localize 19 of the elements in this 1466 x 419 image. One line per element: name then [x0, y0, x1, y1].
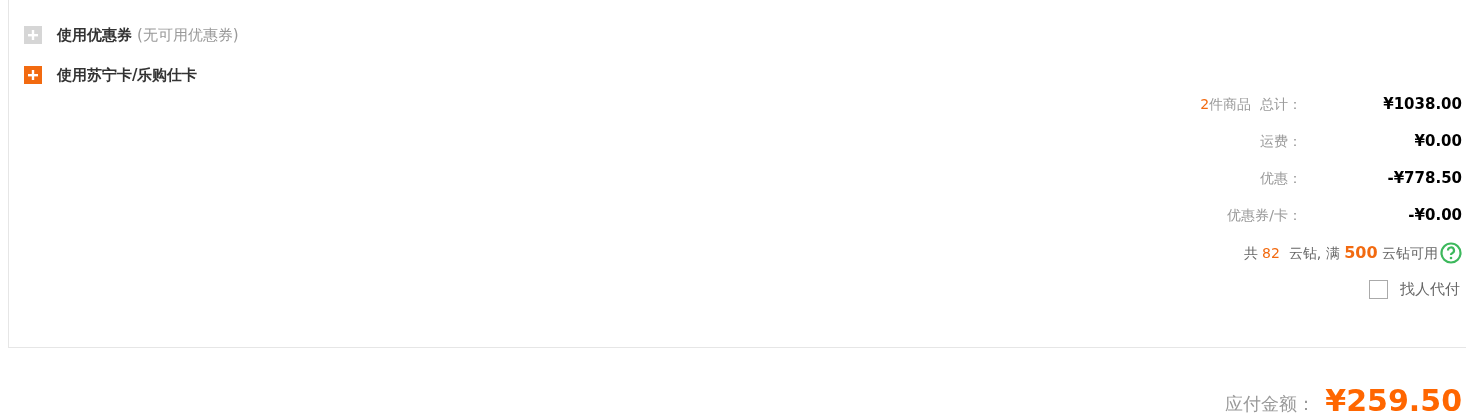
option-label: 使用苏宁卡/乐购仕卡 [57, 64, 198, 86]
pay-for-me-label: 找人代付 [1400, 278, 1460, 300]
summary-label: 2件商品 总计： [1200, 95, 1302, 114]
payable-label: 应付金额： [1225, 392, 1316, 416]
summary-value: ¥1038.00 [1382, 94, 1462, 116]
help-icon[interactable] [1440, 241, 1462, 264]
checkbox[interactable] [1369, 279, 1388, 299]
summary-value: ¥0.00 [1413, 131, 1462, 153]
coins-info: 共 82 云钻, 满 500 云钻可用 [1243, 241, 1438, 264]
payable-amount: ¥259.50 [1325, 384, 1462, 418]
summary-label: 优惠券/卡： [1227, 206, 1302, 225]
summary-value: -¥0.00 [1407, 205, 1462, 227]
option-note: (无可用优惠券) [137, 25, 239, 46]
summary-label: 优惠： [1260, 169, 1302, 188]
option-label: 使用优惠券 [57, 25, 132, 46]
plus-icon[interactable] [24, 65, 42, 84]
summary-value: -¥778.50 [1386, 168, 1462, 190]
plus-icon[interactable] [24, 26, 42, 45]
summary-label: 运费： [1260, 132, 1302, 151]
